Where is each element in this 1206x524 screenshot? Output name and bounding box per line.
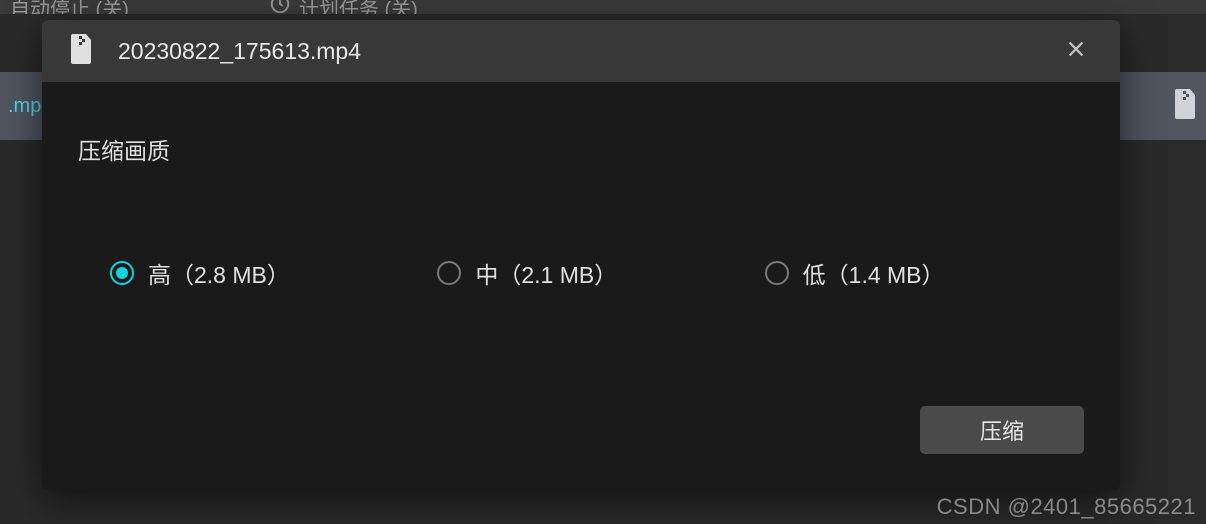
- file-ext-fragment: .mp: [8, 95, 41, 118]
- quality-label: 中（2.1 MB）: [475, 256, 617, 290]
- zip-file-icon: [70, 34, 94, 69]
- close-icon: [1065, 38, 1087, 65]
- quality-label: 低（1.4 MB）: [803, 256, 945, 290]
- quality-options: 高（2.8 MB） 中（2.1 MB） 低（1.4 MB）: [78, 256, 1084, 290]
- quality-option-low[interactable]: 低（1.4 MB）: [765, 256, 1052, 290]
- radio-icon: [765, 261, 789, 285]
- clock-icon: [269, 0, 291, 14]
- scheduled-task-status: 计划任务 (关): [269, 0, 418, 14]
- watermark: CSDN @2401_85665221: [937, 494, 1196, 520]
- modal-header: 20230822_175613.mp4: [42, 20, 1120, 82]
- quality-label: 高（2.8 MB）: [148, 256, 290, 290]
- scheduled-task-label: 计划任务 (关): [299, 0, 418, 14]
- auto-stop-status: 自动停止 (关): [10, 0, 129, 14]
- close-button[interactable]: [1060, 35, 1092, 67]
- modal-body: 压缩画质 高（2.8 MB） 中（2.1 MB） 低（1.4 MB）: [42, 82, 1120, 406]
- section-title: 压缩画质: [78, 132, 1084, 166]
- compress-modal: 20230822_175613.mp4 压缩画质 高（2.8 MB） 中（2.1…: [42, 20, 1120, 490]
- auto-stop-label: 自动停止 (关): [10, 0, 129, 14]
- compress-button[interactable]: 压缩: [920, 406, 1084, 454]
- quality-option-high[interactable]: 高（2.8 MB）: [110, 256, 397, 290]
- modal-filename: 20230822_175613.mp4: [118, 38, 1036, 65]
- quality-option-medium[interactable]: 中（2.1 MB）: [437, 256, 724, 290]
- radio-icon: [437, 261, 461, 285]
- radio-icon: [110, 261, 134, 285]
- zip-file-icon: [1174, 89, 1198, 124]
- modal-footer: 压缩: [42, 406, 1120, 490]
- background-toolbar: 自动停止 (关) 计划任务 (关): [0, 0, 1206, 14]
